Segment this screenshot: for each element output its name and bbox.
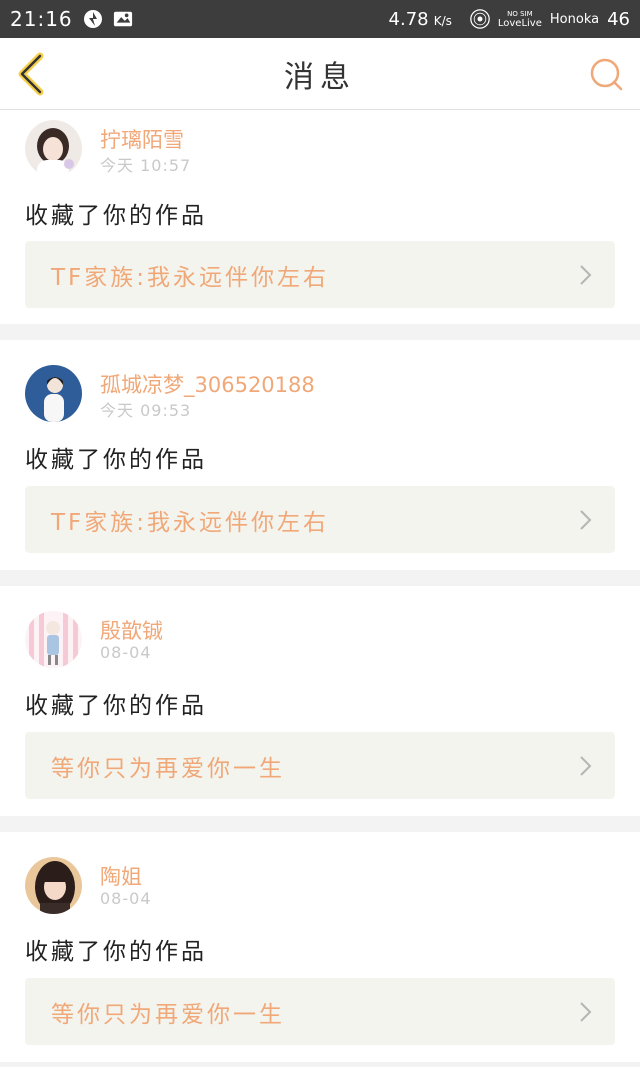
action-text: 收藏了你的作品 [25,203,207,229]
avatar[interactable] [25,365,82,422]
operator-label: Honoka [549,11,600,27]
message-time: 08-04 [100,643,152,662]
chevron-right-icon [580,265,592,285]
app-header: 消息 [0,38,640,110]
message-card[interactable]: 殷歆铖 08-04 收藏了你的作品 等你只为再爱你一生 [0,586,640,816]
carrier-label: NO SIM LoveLive [497,10,542,29]
work-title: TF家族:我永远伴你左右 [51,264,330,291]
message-time: 今天 10:57 [100,156,192,175]
image-notification-icon [113,9,133,29]
work-title: 等你只为再爱你一生 [51,755,285,782]
username[interactable]: 陶姐 [100,861,142,891]
avatar[interactable] [25,611,82,668]
chevron-right-icon [580,510,592,530]
page-title: 消息 [284,59,356,95]
message-list: 拧璃陌雪 今天 10:57 收藏了你的作品 TF家族:我永远伴你左右 孤城凉梦_… [0,110,640,1062]
avatar[interactable] [25,120,82,177]
username[interactable]: 拧璃陌雪 [100,124,184,154]
message-time: 今天 09:53 [100,401,192,420]
search-icon [590,58,623,91]
status-bar: 21:16 4.78 K/s NO SIM LoveLive Honoka 46 [0,0,640,38]
message-card[interactable]: 孤城凉梦_306520188 今天 09:53 收藏了你的作品 TF家族:我永远… [0,340,640,570]
network-speed: 4.78 K/s [388,8,452,30]
action-text: 收藏了你的作品 [25,693,207,719]
chevron-right-icon [580,756,592,776]
username[interactable]: 殷歆铖 [100,615,163,645]
message-time: 08-04 [100,889,152,908]
chevron-right-icon [580,1002,592,1022]
avatar[interactable] [25,857,82,914]
work-link[interactable]: 等你只为再爱你一生 [25,732,615,799]
work-title: TF家族:我永远伴你左右 [51,509,330,536]
work-link[interactable]: TF家族:我永远伴你左右 [25,241,615,308]
action-text: 收藏了你的作品 [25,447,207,473]
back-button[interactable] [14,52,54,96]
clock: 21:16 [10,7,73,31]
work-link[interactable]: 等你只为再爱你一生 [25,978,615,1045]
work-title: 等你只为再爱你一生 [51,1001,285,1028]
back-arrow-icon [18,52,44,96]
work-link[interactable]: TF家族:我永远伴你左右 [25,486,615,553]
action-text: 收藏了你的作品 [25,939,207,965]
search-button[interactable] [586,54,626,94]
vpn-icon [83,9,103,29]
signal-label: 46 [607,8,630,30]
message-card[interactable]: 拧璃陌雪 今天 10:57 收藏了你的作品 TF家族:我永远伴你左右 [0,110,640,324]
username[interactable]: 孤城凉梦_306520188 [100,369,315,399]
carrier-logo-icon [470,9,490,29]
message-card[interactable]: 陶姐 08-04 收藏了你的作品 等你只为再爱你一生 [0,832,640,1062]
